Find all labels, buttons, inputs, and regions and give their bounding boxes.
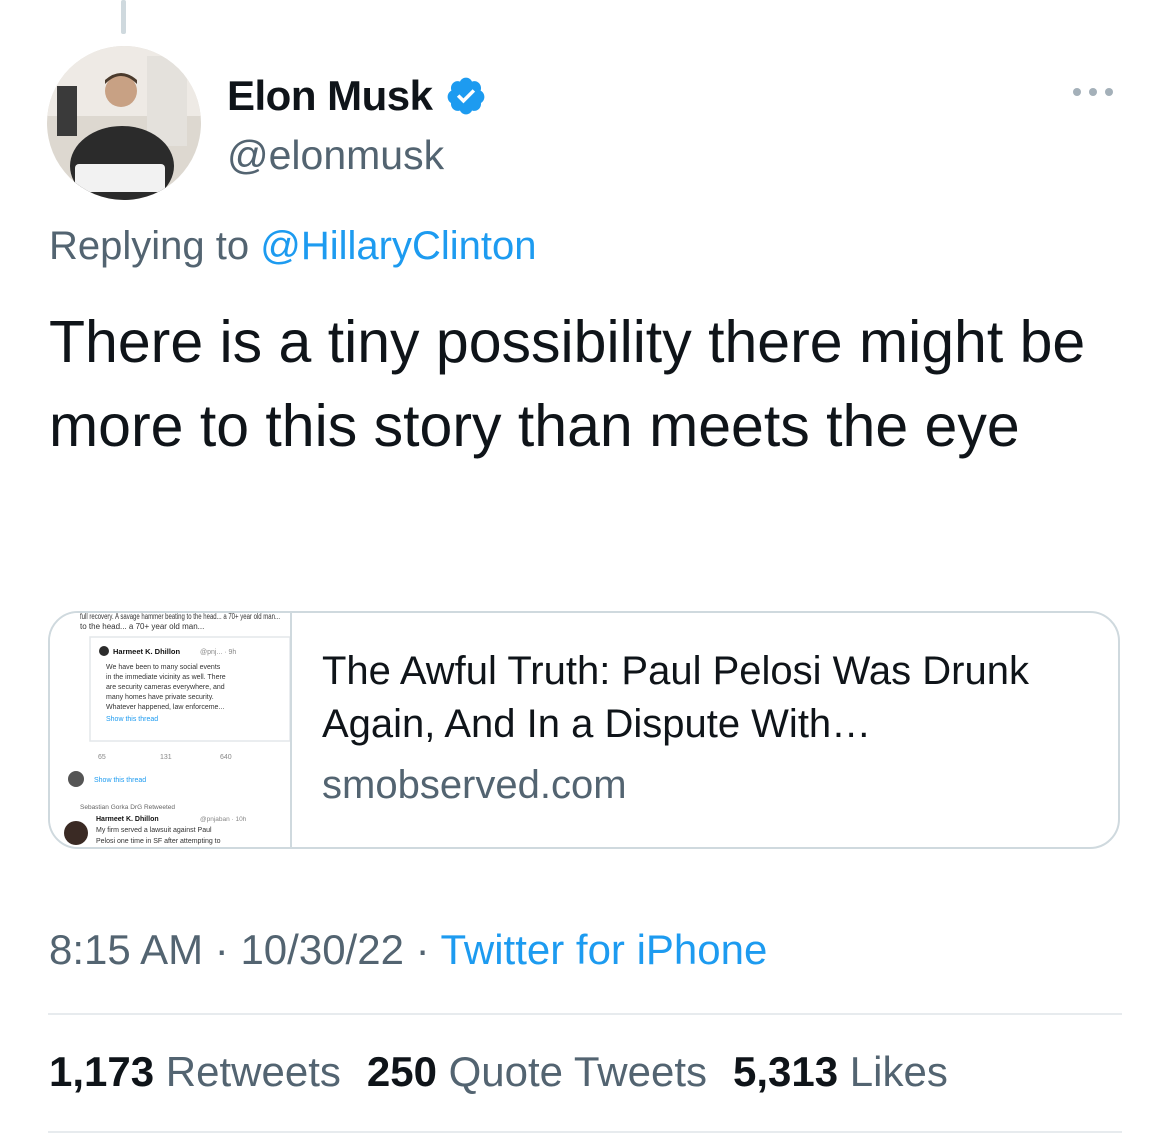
link-card[interactable]: full recovery. A savage hammer beating t…	[48, 611, 1120, 849]
tweet-meta: 8:15 AM · 10/30/22 · Twitter for iPhone	[49, 926, 767, 974]
more-dot	[1089, 88, 1097, 96]
more-dot	[1105, 88, 1113, 96]
thumb-post1-meta: @pnj... · 9h	[200, 649, 236, 656]
meta-separator: ·	[415, 926, 430, 973]
thumb-post1-line1: We have been to many social events	[106, 664, 221, 671]
card-title[interactable]: The Awful Truth: Paul Pelosi Was Drunk A…	[322, 645, 1092, 751]
name-row: Elon Musk	[227, 72, 487, 120]
author-block: Elon Musk @elonmusk	[227, 72, 487, 179]
thumb-top-text-2: to the head... a 70+ year old man...	[80, 622, 204, 631]
card-thumbnail: full recovery. A savage hammer beating t…	[50, 613, 292, 847]
verified-badge-icon[interactable]	[445, 75, 487, 117]
retweets-stat[interactable]: 1,173 Retweets	[49, 1048, 341, 1096]
thread-connector-line	[121, 0, 126, 34]
card-domain: smobserved.com	[322, 763, 627, 807]
tweet-date[interactable]: 10/30/22	[240, 926, 404, 973]
thumb-post2-name: Harmeet K. Dhillon	[96, 816, 159, 823]
replying-to-prefix: Replying to	[49, 224, 250, 268]
quote-tweets-stat[interactable]: 250 Quote Tweets	[367, 1048, 707, 1096]
thumb-post1-line3: are security cameras everywhere, and	[106, 684, 225, 691]
engagement-stats: 1,173 Retweets 250 Quote Tweets 5,313 Li…	[49, 1048, 948, 1096]
more-dot	[1073, 88, 1081, 96]
thumb-post2-line1: My firm served a lawsuit against Paul	[96, 827, 212, 834]
thumb-show-thread-1: Show this thread	[106, 716, 158, 723]
thumb-post1-line2: in the immediate vicinity as well. There	[106, 674, 226, 681]
avatar-photo	[47, 46, 201, 200]
thumb-post2-meta: @pnjaban · 10h	[200, 816, 247, 823]
retweets-label: Retweets	[165, 1048, 341, 1095]
quote-tweets-label: Quote Tweets	[448, 1048, 707, 1095]
thumb-post1-line5: Whatever happened, law enforceme...	[106, 704, 224, 711]
thumb-retweeted-by: Sebastian Gorka DrG Retweeted	[80, 804, 175, 811]
tweet-time[interactable]: 8:15 AM	[49, 926, 203, 973]
avatar[interactable]	[47, 46, 201, 200]
tweet-text: There is a tiny possibility there might …	[49, 309, 1086, 459]
thumb-avatar-2	[68, 771, 84, 787]
likes-stat[interactable]: 5,313 Likes	[733, 1048, 948, 1096]
thumb-post1-line4: many homes have private security.	[106, 694, 214, 701]
replying-to: Replying to @HillaryClinton	[49, 224, 536, 269]
meta-separator: ·	[214, 926, 229, 973]
divider	[48, 1013, 1122, 1015]
thumb-count-replies: 65	[98, 754, 106, 761]
thumbnail-screenshot: full recovery. A savage hammer beating t…	[64, 613, 290, 845]
thumb-show-thread-2: Show this thread	[94, 777, 146, 784]
retweets-count: 1,173	[49, 1048, 155, 1095]
likes-label: Likes	[849, 1048, 948, 1095]
tweet-source[interactable]: Twitter for iPhone	[441, 926, 768, 973]
thumb-count-likes: 640	[220, 754, 232, 761]
thumb-post1-name: Harmeet K. Dhillon	[113, 647, 181, 656]
thumb-avatar-1	[99, 646, 109, 656]
handle[interactable]: @elonmusk	[227, 132, 487, 179]
thumb-top-text: full recovery. A savage hammer beating t…	[80, 613, 280, 621]
thumb-count-retweets: 131	[160, 754, 172, 761]
thumb-post2-line2: Pelosi one time in SF after attempting t…	[96, 838, 221, 845]
divider	[48, 1131, 1122, 1133]
display-name[interactable]: Elon Musk	[227, 72, 433, 120]
replying-to-handle[interactable]: @HillaryClinton	[260, 224, 536, 268]
more-icon[interactable]	[1073, 88, 1113, 96]
likes-count: 5,313	[733, 1048, 839, 1095]
thumb-avatar-3	[64, 821, 88, 845]
quote-tweets-count: 250	[366, 1048, 437, 1095]
